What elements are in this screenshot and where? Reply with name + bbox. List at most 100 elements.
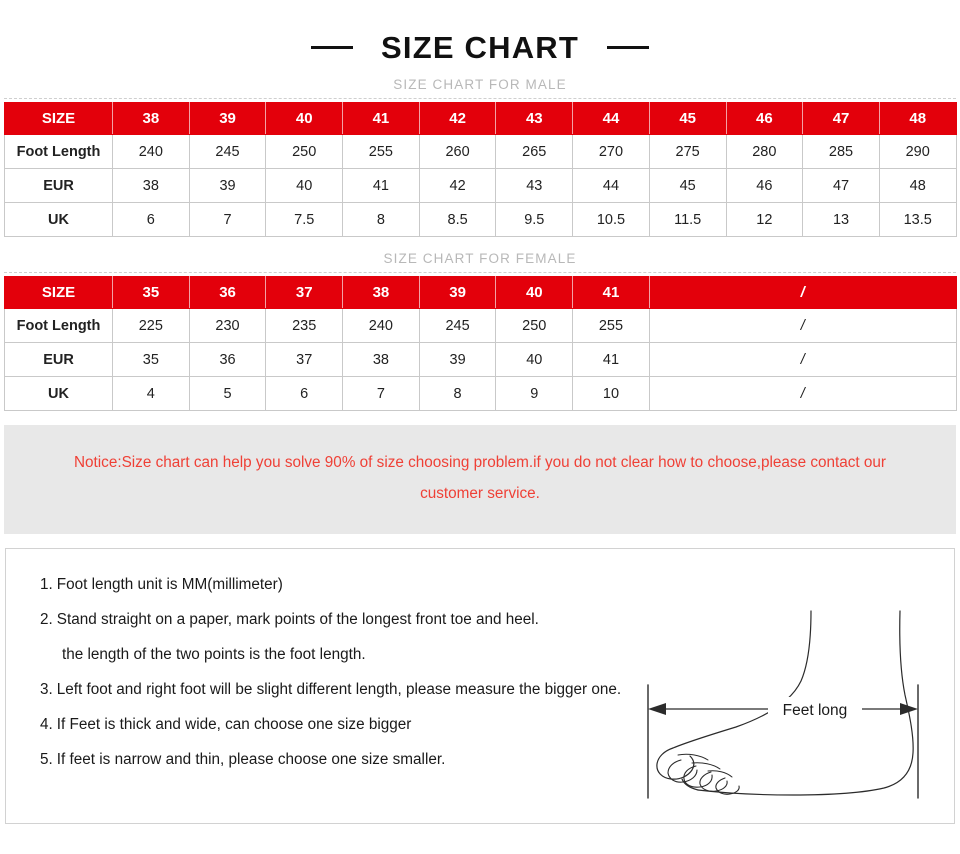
female-header-size: 36: [188, 276, 267, 309]
title-dash-right: [607, 46, 649, 49]
female-header-size: 38: [342, 276, 420, 309]
male-cell: 47: [802, 168, 880, 203]
male-cell: 250: [265, 134, 344, 169]
list-item: 5. If feet is narrow and thin, please cho…: [40, 750, 700, 769]
male-cell: 6: [112, 202, 190, 237]
size-chart-page: SIZE CHART SIZE CHART FOR MALE SIZE 38 3…: [0, 0, 960, 854]
female-cell: 36: [188, 342, 267, 377]
female-cell: 7: [342, 376, 420, 411]
male-cell: 275: [648, 134, 727, 169]
instruction-number: 1.: [40, 575, 53, 593]
male-header-size: 46: [725, 102, 804, 135]
female-cell: 230: [188, 308, 267, 343]
male-table-block: SIZE 38 39 40 41 42 43 44 45 46 47 48 Fo…: [0, 102, 960, 237]
notice-banner: Notice:Size chart can help you solve 90%…: [4, 425, 956, 534]
list-item: 4. If Feet is thick and wide, can choose …: [40, 715, 700, 734]
female-table-header-row: SIZE 35 36 37 38 39 40 41 /: [4, 276, 957, 309]
male-section-caption: SIZE CHART FOR MALE: [393, 77, 567, 92]
notice-line-1: Notice:Size chart can help you solve 90%…: [73, 454, 887, 471]
female-row-label: EUR: [4, 342, 113, 377]
male-cell: 8.5: [418, 202, 497, 237]
feet-long-label: Feet long: [783, 702, 848, 719]
instruction-text: Left foot and right foot will be slight …: [56, 681, 622, 699]
male-cell: 44: [572, 168, 650, 203]
female-header-size: 35: [112, 276, 190, 309]
instruction-number: 2.: [40, 610, 53, 628]
male-cell: 260: [418, 134, 497, 169]
female-header-size: 40: [495, 276, 574, 309]
instruction-text: Stand straight on a paper, mark points o…: [56, 610, 539, 628]
table-row: UK 6 7 7.5 8 8.5 9.5 10.5 11.5 12 13 13.…: [4, 202, 957, 237]
male-cell: 12: [725, 202, 804, 237]
list-item: 3. Left foot and right foot will be sligh…: [40, 680, 700, 699]
male-header-size: 38: [112, 102, 190, 135]
male-cell: 46: [725, 168, 804, 203]
male-header-size: 42: [418, 102, 497, 135]
female-cell: 40: [495, 342, 574, 377]
female-cell: 10: [572, 376, 650, 411]
instruction-number: 3.: [40, 681, 53, 699]
instruction-text: If Feet is thick and wide, can choose on…: [56, 716, 412, 734]
female-header-size-label: SIZE: [4, 276, 113, 309]
male-header-size: 47: [802, 102, 880, 135]
male-row-label: Foot Length: [4, 134, 113, 169]
male-cell: 9.5: [495, 202, 574, 237]
female-empty-marker: /: [648, 376, 957, 411]
male-cell: 13: [802, 202, 880, 237]
female-header-size: 39: [418, 276, 497, 309]
female-cell: 250: [495, 308, 574, 343]
male-cell: 11.5: [648, 202, 727, 237]
male-cell: 39: [188, 168, 267, 203]
female-cell: 4: [112, 376, 190, 411]
instructions-panel: 1. Foot length unit is MM(millimeter) 2. S…: [5, 547, 955, 824]
female-section-caption: SIZE CHART FOR FEMALE: [383, 251, 577, 266]
female-cell: 38: [342, 342, 420, 377]
table-row: Foot Length 240 245 250 255 260 265 270 …: [4, 134, 957, 169]
female-size-table: SIZE 35 36 37 38 39 40 41 / Foot Length …: [4, 276, 957, 411]
female-cell: 35: [112, 342, 190, 377]
male-header-size: 41: [342, 102, 420, 135]
female-header-size: 41: [572, 276, 650, 309]
male-cell: 10.5: [572, 202, 650, 237]
female-header-size: 37: [265, 276, 344, 309]
male-header-size: 48: [878, 102, 957, 135]
female-empty-marker: /: [648, 342, 957, 377]
male-cell: 7.5: [265, 202, 344, 237]
female-cell: 225: [112, 308, 190, 343]
list-item-continuation: the length of the two points is the foot…: [62, 645, 366, 663]
male-cell: 265: [495, 134, 574, 169]
list-item: 1. Foot length unit is MM(millimeter): [40, 575, 700, 594]
male-cell: 45: [648, 168, 727, 203]
instruction-number: 5.: [40, 751, 53, 769]
male-cell: 240: [112, 134, 190, 169]
male-cell: 42: [418, 168, 497, 203]
female-cell: 240: [342, 308, 420, 343]
female-table-block: SIZE 35 36 37 38 39 40 41 / Foot Length …: [0, 276, 960, 411]
male-header-size: 40: [265, 102, 344, 135]
list-item: 2. Stand straight on a paper, mark points…: [40, 610, 700, 629]
female-row-label: Foot Length: [4, 308, 113, 343]
male-cell: 8: [342, 202, 420, 237]
female-cell: 41: [572, 342, 650, 377]
female-cell: 5: [188, 376, 267, 411]
male-cell: 43: [495, 168, 574, 203]
male-cell: 245: [188, 134, 267, 169]
male-table-header-row: SIZE 38 39 40 41 42 43 44 45 46 47 48: [4, 102, 957, 135]
male-row-label: EUR: [4, 168, 113, 203]
male-row-label: UK: [4, 202, 113, 237]
table-row: EUR 38 39 40 41 42 43 44 45 46 47 48: [4, 168, 957, 203]
male-cell: 13.5: [878, 202, 957, 237]
male-cell: 270: [572, 134, 650, 169]
male-cell: 7: [188, 202, 267, 237]
female-cell: 245: [418, 308, 497, 343]
male-cell: 41: [342, 168, 420, 203]
male-cell: 280: [725, 134, 804, 169]
female-cell: 235: [265, 308, 344, 343]
female-empty-marker: /: [648, 308, 957, 343]
table-row: EUR 35 36 37 38 39 40 41 /: [4, 342, 957, 377]
female-cell: 255: [572, 308, 650, 343]
male-header-size-label: SIZE: [4, 102, 113, 135]
male-cell: 48: [878, 168, 957, 203]
male-header-size: 39: [188, 102, 267, 135]
page-title: SIZE CHART: [381, 30, 579, 65]
